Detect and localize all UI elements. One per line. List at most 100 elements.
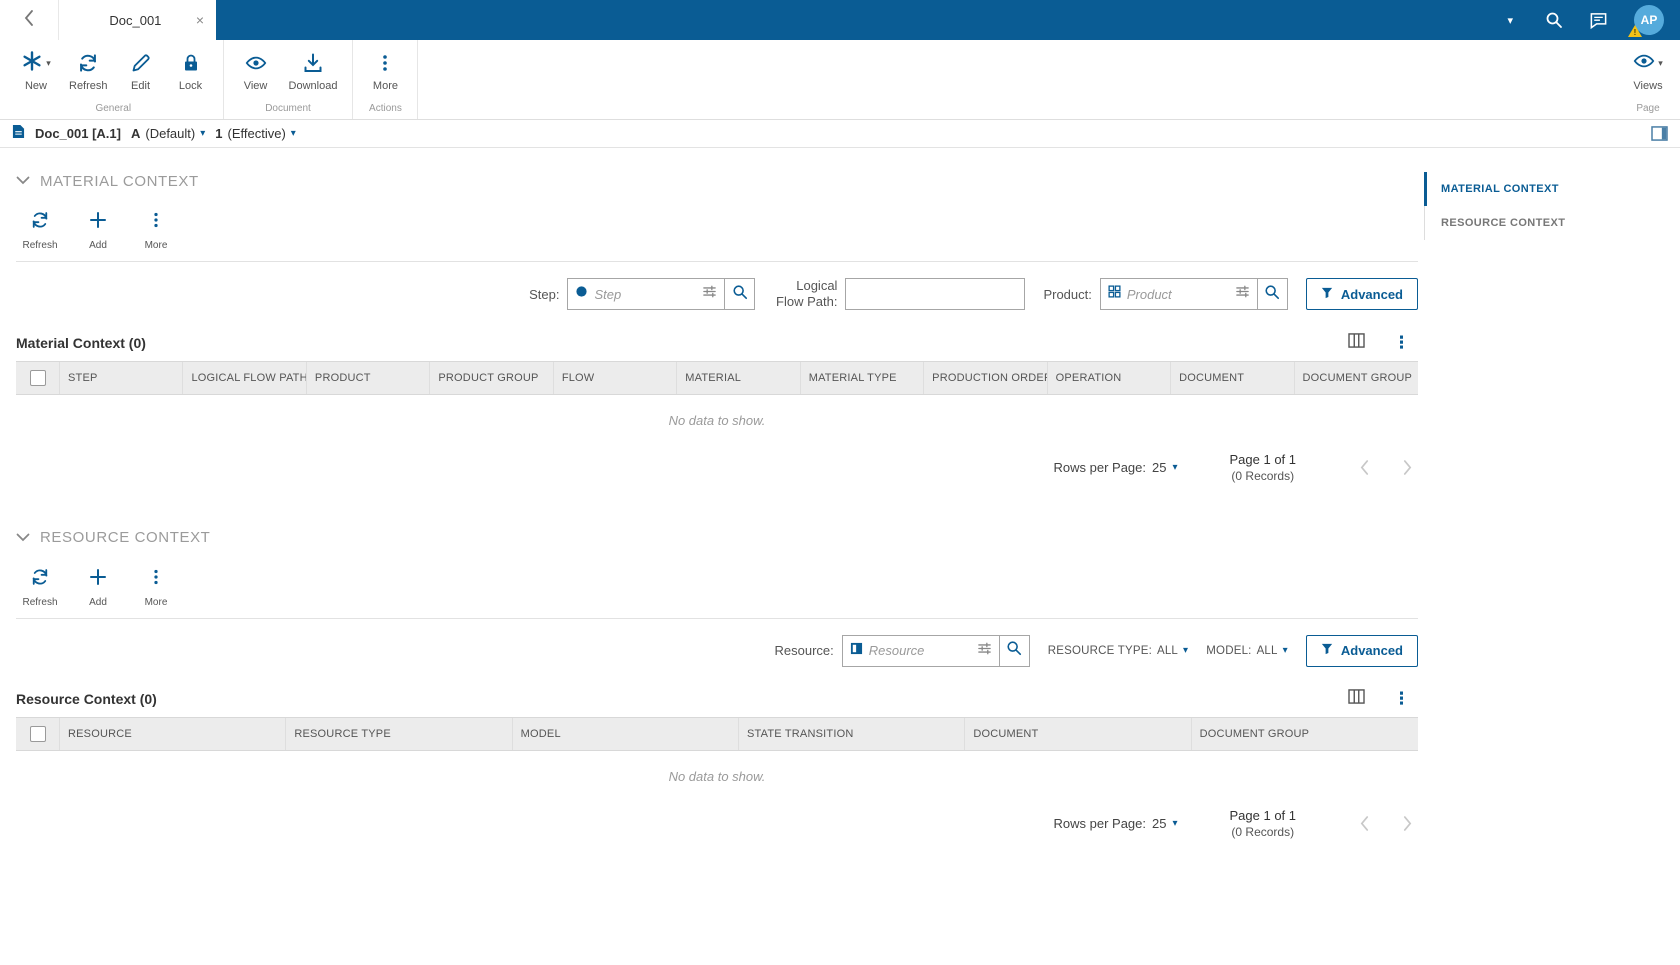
step-search-input[interactable]: [594, 286, 697, 302]
views-button[interactable]: ▾ Views: [1626, 44, 1670, 92]
panel-toggle-icon[interactable]: [1651, 126, 1668, 141]
next-page-icon[interactable]: [1403, 459, 1412, 475]
ribbon-group-label-actions: Actions: [369, 103, 402, 114]
resource-filter-row: Resource: Resource RESOURCE TYPE: ALL ▾ …: [16, 634, 1418, 667]
column-header[interactable]: MATERIAL TYPE: [801, 361, 925, 394]
material-context-section-header[interactable]: MATERIAL CONTEXT: [16, 148, 1418, 190]
search-icon[interactable]: [1545, 11, 1563, 29]
material-refresh-button[interactable]: Refresh: [16, 204, 64, 253]
model-dropdown[interactable]: MODEL: ALL ▾: [1206, 645, 1288, 657]
column-header[interactable]: PRODUCT GROUP: [430, 361, 554, 394]
version-selector[interactable]: 1 (Effective) ▾: [215, 126, 296, 141]
refresh-button[interactable]: Refresh: [64, 44, 113, 92]
resource-search-button[interactable]: [998, 635, 1029, 666]
product-search-input[interactable]: [1126, 286, 1229, 302]
chevron-down-icon: ▾: [200, 128, 206, 139]
column-header[interactable]: RESOURCE: [60, 717, 287, 750]
chevron-down-icon: ▾: [1282, 645, 1288, 656]
material-more-button[interactable]: More: [132, 204, 180, 253]
refresh-icon: [77, 51, 99, 75]
chevron-down-icon: ▾: [1172, 461, 1178, 473]
ribbon-group-actions: More Actions: [353, 40, 419, 119]
material-table-title-row: Material Context (0) ⋮: [16, 332, 1418, 353]
ribbon-group-document: View Download Document: [224, 40, 354, 119]
resource-type-dropdown[interactable]: RESOURCE TYPE: ALL ▾: [1048, 645, 1189, 657]
resource-advanced-button[interactable]: Advanced: [1305, 634, 1418, 667]
prev-page-icon[interactable]: [1360, 815, 1369, 831]
column-chooser-icon[interactable]: [1348, 332, 1365, 353]
prev-page-icon[interactable]: [1360, 459, 1369, 475]
select-all-checkbox[interactable]: [29, 369, 46, 386]
sidebar-item-resource-context[interactable]: RESOURCE CONTEXT: [1425, 206, 1680, 240]
material-advanced-button[interactable]: Advanced: [1305, 278, 1418, 311]
chevron-down-icon: ▾: [1172, 817, 1178, 829]
logical-flow-path-input[interactable]: [845, 278, 1026, 311]
column-header[interactable]: LOGICAL FLOW PATH: [183, 361, 307, 394]
product-search-button[interactable]: [1256, 279, 1287, 310]
close-icon[interactable]: ×: [194, 12, 206, 28]
column-header[interactable]: STEP: [60, 361, 184, 394]
tabs-dropdown-caret-icon[interactable]: ▾: [1507, 14, 1513, 27]
download-button[interactable]: Download: [284, 44, 343, 92]
column-header[interactable]: STATE TRANSITION: [739, 717, 966, 750]
material-add-button[interactable]: Add: [74, 204, 122, 253]
rows-per-page-dropdown[interactable]: Rows per Page: 25 ▾: [1054, 816, 1178, 831]
eye-icon: [1633, 50, 1655, 77]
divider: [16, 261, 1418, 262]
rows-per-page-dropdown[interactable]: Rows per Page: 25 ▾: [1054, 460, 1178, 475]
view-button[interactable]: View: [234, 44, 278, 92]
avatar[interactable]: AP !: [1628, 5, 1664, 37]
step-search-button[interactable]: [724, 279, 754, 310]
column-header[interactable]: MODEL: [513, 717, 739, 750]
page-section-nav: MATERIAL CONTEXT RESOURCE CONTEXT: [1418, 148, 1680, 965]
new-button[interactable]: ▾ New: [14, 44, 58, 92]
column-header[interactable]: DOCUMENT GROUP: [1192, 718, 1418, 750]
divider: [16, 617, 1418, 619]
breadcrumb: Doc_001 [A.1] A (Default) ▾ 1 (Effective…: [0, 120, 1680, 148]
resource-more-button[interactable]: More: [132, 561, 180, 610]
product-filter-label: Product:: [1043, 286, 1092, 302]
column-chooser-icon[interactable]: [1348, 688, 1365, 709]
resource-add-button[interactable]: Add: [74, 561, 122, 610]
step-entity-icon: [575, 285, 588, 303]
product-lookup: [1099, 278, 1288, 311]
column-header[interactable]: PRODUCTION ORDER: [924, 361, 1048, 394]
back-button[interactable]: [0, 0, 58, 40]
feedback-chat-icon[interactable]: [1589, 11, 1608, 30]
column-header[interactable]: DOCUMENT GROUP: [1295, 362, 1418, 394]
search-icon: [1006, 640, 1022, 661]
step-lookup: [567, 278, 756, 311]
next-page-icon[interactable]: [1403, 815, 1412, 831]
tune-filter-icon[interactable]: [702, 284, 717, 304]
column-header[interactable]: OPERATION: [1048, 361, 1172, 394]
resource-refresh-button[interactable]: Refresh: [16, 561, 64, 610]
resource-toolbar: Refresh Add More: [16, 561, 1418, 610]
select-all-checkbox[interactable]: [29, 725, 46, 742]
table-more-icon[interactable]: ⋮: [1393, 334, 1410, 351]
lock-button[interactable]: Lock: [169, 44, 213, 92]
column-header[interactable]: PRODUCT: [307, 361, 431, 394]
edit-button[interactable]: Edit: [119, 44, 163, 92]
tab-doc[interactable]: Doc_001 ×: [58, 0, 216, 40]
material-table-header: STEP LOGICAL FLOW PATH PRODUCT PRODUCT G…: [16, 360, 1418, 395]
section-title: RESOURCE CONTEXT: [40, 529, 211, 546]
column-header[interactable]: RESOURCE TYPE: [286, 717, 513, 750]
eye-icon: [245, 51, 267, 75]
column-header[interactable]: FLOW: [554, 361, 678, 394]
resource-search-input[interactable]: [868, 643, 971, 658]
more-button[interactable]: More: [363, 44, 407, 92]
column-header[interactable]: DOCUMENT: [965, 717, 1192, 750]
document-icon: [12, 124, 25, 144]
ribbon-group-label-page: Page: [1636, 103, 1660, 114]
column-header[interactable]: DOCUMENT: [1171, 361, 1295, 394]
revision-selector[interactable]: A (Default) ▾: [131, 126, 205, 141]
page-title: Doc_001 [A.1]: [35, 126, 121, 141]
tune-filter-icon[interactable]: [1235, 284, 1250, 304]
column-header[interactable]: MATERIAL: [677, 361, 801, 394]
ribbon-group-page: ▾ Views Page: [1616, 40, 1680, 119]
sidebar-item-material-context[interactable]: MATERIAL CONTEXT: [1424, 172, 1680, 206]
resource-context-section-header[interactable]: RESOURCE CONTEXT: [16, 483, 1418, 547]
back-chevron-icon: [24, 9, 34, 31]
tune-filter-icon[interactable]: [977, 641, 992, 661]
table-more-icon[interactable]: ⋮: [1393, 690, 1410, 707]
